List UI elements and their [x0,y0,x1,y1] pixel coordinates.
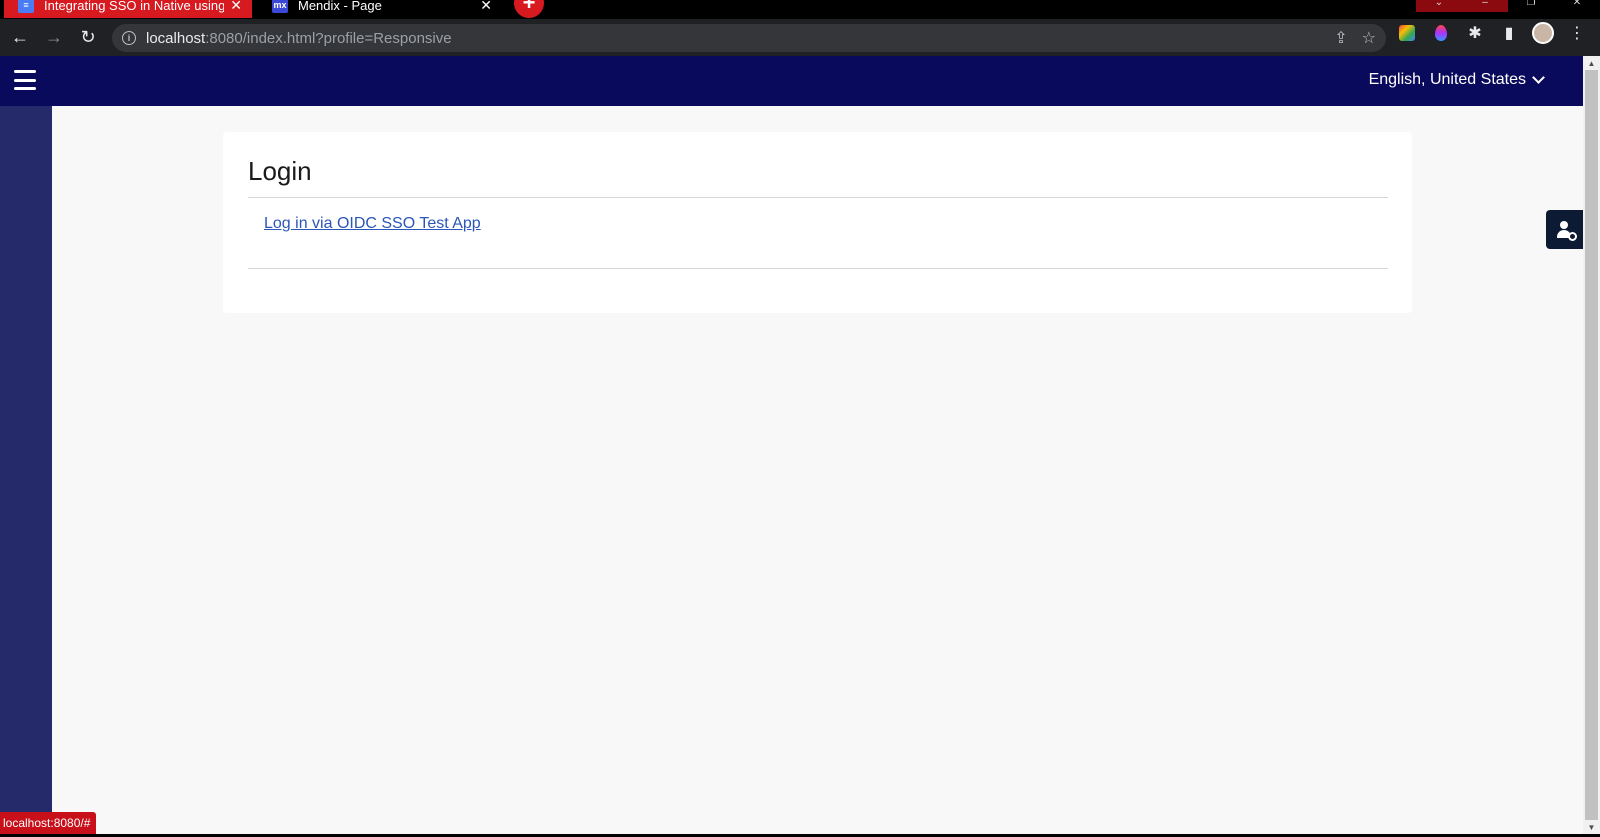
tab-strip: ≡ Integrating SSO in Native using OIDC ✕… [0,0,1600,19]
window-controls: ⌄ – ❐ ✕ [1416,0,1600,12]
side-panel-icon[interactable]: ▮ [1498,22,1520,44]
sidebar [0,106,52,834]
browser-toolbar: ← → ↻ i localhost:8080/index.html?profil… [0,19,1600,56]
new-tab-button[interactable]: + [514,0,544,18]
extensions-area: ✱ ▮ ⋮ [1396,22,1588,44]
status-url-bubble: localhost:8080/# [0,812,97,834]
scroll-down-arrow-icon[interactable]: ▼ [1583,820,1600,834]
back-button[interactable]: ← [3,21,37,55]
page-viewport: English, United States Login Log in via … [0,56,1583,834]
profile-avatar[interactable] [1532,22,1554,44]
puzzle-extensions-icon[interactable]: ✱ [1464,22,1486,44]
address-bar[interactable]: i localhost:8080/index.html?profile=Resp… [112,24,1386,52]
language-selector[interactable]: English, United States [1368,71,1545,89]
vertical-scrollbar[interactable]: ▲ ▼ [1583,56,1600,834]
scroll-thumb[interactable] [1585,70,1598,820]
drop-extension-icon[interactable] [1430,22,1452,44]
tab-close-icon[interactable]: ✕ [230,0,242,14]
url-host: localhost [146,29,206,47]
tab-search-button[interactable]: ⌄ [1416,0,1462,12]
bookmark-star-icon[interactable]: ☆ [1362,28,1376,48]
user-gear-icon [1556,220,1577,241]
app-header: English, United States [0,56,1583,106]
tab-close-icon[interactable]: ✕ [480,0,492,14]
close-window-button[interactable]: ✕ [1554,0,1600,12]
language-label: English, United States [1368,71,1526,88]
divider [248,197,1388,198]
divider [248,268,1388,269]
oidc-login-link[interactable]: Log in via OIDC SSO Test App [264,215,481,233]
forward-button[interactable]: → [37,21,71,55]
hamburger-menu-icon[interactable] [14,70,36,90]
browser-menu-icon[interactable]: ⋮ [1566,22,1588,44]
login-card: Login Log in via OIDC SSO Test App [223,132,1412,313]
reload-button[interactable]: ↻ [71,21,105,55]
color-extension-icon[interactable] [1396,22,1418,44]
scroll-up-arrow-icon[interactable]: ▲ [1583,56,1600,70]
minimize-button[interactable]: – [1462,0,1508,12]
url-path: :8080/index.html?profile=Responsive [205,29,452,47]
site-info-icon[interactable]: i [122,31,136,45]
tab-title: Integrating SSO in Native using OIDC [44,0,225,13]
share-icon[interactable]: ⇪ [1334,28,1347,48]
tab-title: Mendix - Page [298,0,382,13]
tab-mendix-page[interactable]: mx Mendix - Page ✕ [258,0,502,18]
docs-icon: ≡ [18,0,34,13]
page-title: Login [248,156,312,186]
tab-integrating-sso[interactable]: ≡ Integrating SSO in Native using OIDC ✕ [4,0,252,18]
mendix-favicon-icon: mx [272,0,288,13]
chevron-down-icon [1532,71,1545,84]
restore-button[interactable]: ❐ [1508,0,1554,12]
user-settings-widget[interactable] [1546,210,1583,249]
